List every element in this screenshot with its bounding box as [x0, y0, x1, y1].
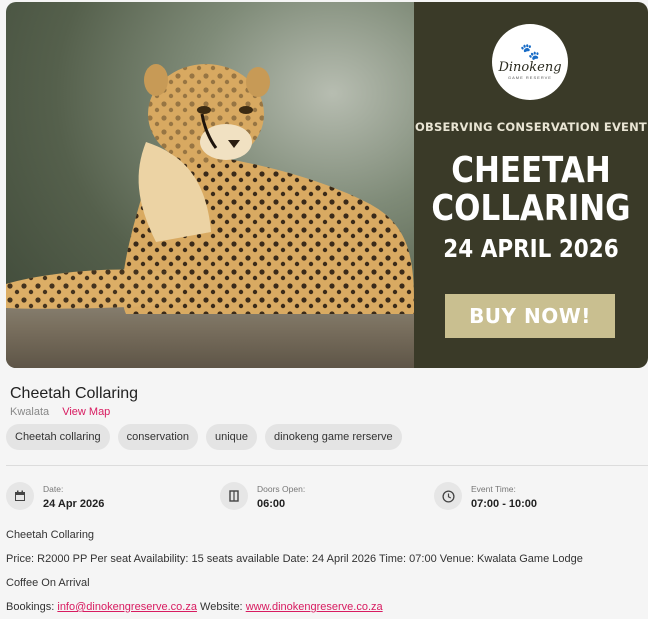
buy-now-button[interactable]: BUY NOW! [445, 294, 615, 338]
website-label: Website: [196, 601, 246, 613]
time-label: Event Time: [471, 484, 516, 494]
location-name: Kwalata [10, 406, 50, 418]
doors-label: Doors Open: [257, 484, 306, 494]
view-map-link[interactable]: View Map [62, 406, 110, 418]
description-details: Price: R2000 PP Per seat Availability: 1… [6, 553, 583, 565]
bookings-line: Bookings: info@dinokengreserve.co.za Web… [6, 601, 383, 613]
date-value: 24 Apr 2026 [43, 498, 105, 510]
tag-chip[interactable]: dinokeng game rerserve [265, 424, 402, 450]
bookings-label: Bookings: [6, 601, 58, 613]
tag-chip[interactable]: Cheetah collaring [6, 424, 110, 450]
cheetah-illustration [6, 64, 414, 314]
tag-chip[interactable]: unique [206, 424, 258, 450]
promo-headline: CHEETAH COLLARING [430, 152, 631, 228]
logo-name: Dinokeng [498, 59, 562, 75]
promo-subtitle: OBSERVING CONSERVATION EVENT [415, 120, 647, 134]
promo-date: 24 APRIL 2026 [443, 234, 619, 263]
description-title: Cheetah Collaring [6, 529, 95, 541]
door-icon [220, 482, 248, 510]
promo-panel: 🐾 Dinokeng GAME RESERVE OBSERVING CONSER… [414, 2, 648, 368]
doors-value: 06:00 [257, 498, 286, 510]
website-link[interactable]: www.dinokengreserve.co.za [246, 601, 383, 613]
logo-tagline: GAME RESERVE [508, 74, 552, 80]
headline-line-1: CHEETAH [451, 150, 611, 191]
meta-date: Date: 24 Apr 2026 [6, 482, 104, 510]
date-label: Date: [43, 484, 64, 494]
event-banner[interactable]: 🐾 Dinokeng GAME RESERVE OBSERVING CONSER… [6, 2, 648, 368]
divider [6, 465, 648, 466]
clock-icon [434, 482, 462, 510]
paw-icon: 🐾 [520, 43, 540, 61]
email-link[interactable]: info@dinokengreserve.co.za [57, 601, 197, 613]
event-location: Kwalata View Map [10, 406, 110, 418]
meta-doors: Doors Open: 06:00 [220, 482, 305, 510]
event-title: Cheetah Collaring [10, 385, 139, 402]
calendar-icon [6, 482, 34, 510]
description-extra: Coffee On Arrival [6, 577, 90, 589]
dinokeng-logo: 🐾 Dinokeng GAME RESERVE [492, 24, 568, 100]
meta-time: Event Time: 07:00 - 10:00 [434, 482, 537, 510]
tag-chip[interactable]: conservation [117, 424, 198, 450]
headline-line-2: COLLARING [431, 188, 631, 229]
tag-list: Cheetah collaring conservation unique di… [6, 424, 402, 450]
time-value: 07:00 - 10:00 [471, 498, 538, 510]
cheetah-photo [6, 2, 414, 368]
